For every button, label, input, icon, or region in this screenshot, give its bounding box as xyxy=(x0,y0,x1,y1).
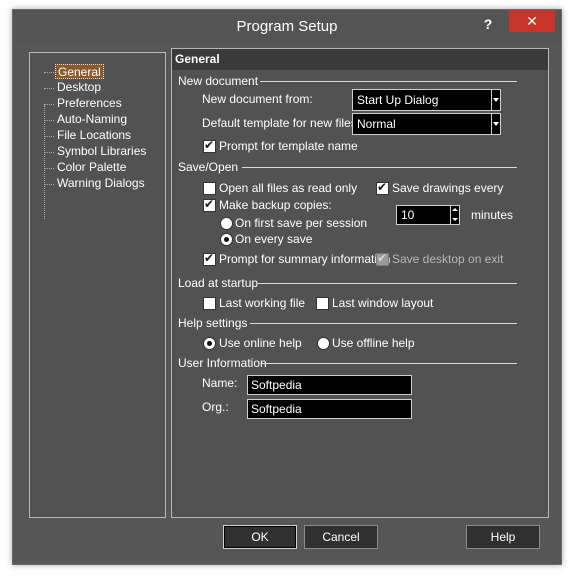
help-button[interactable]: Help xyxy=(466,525,540,549)
save-desktop-label[interactable]: Save desktop on exit xyxy=(392,251,503,267)
tree-connector xyxy=(44,120,54,121)
first-save-radio[interactable] xyxy=(220,217,233,230)
org-label: Org.: xyxy=(202,400,229,414)
tree-item-preferences[interactable]: Preferences xyxy=(55,96,124,111)
tree-item-general[interactable]: General xyxy=(55,64,104,79)
minutes-label: minutes xyxy=(471,208,514,222)
last-working-file-checkbox[interactable] xyxy=(203,297,216,310)
tree-connector xyxy=(44,168,54,169)
tree-connector xyxy=(44,152,54,153)
open-readonly-label[interactable]: Open all files as read only xyxy=(219,180,357,196)
default-template-value: Normal xyxy=(357,117,396,131)
tree-connector xyxy=(44,136,54,137)
section-help-settings: Help settings xyxy=(178,316,248,330)
category-tree[interactable]: General Desktop Preferences Auto-Naming … xyxy=(29,52,166,518)
name-field[interactable]: Softpedia xyxy=(247,375,412,395)
org-field[interactable]: Softpedia xyxy=(247,399,412,419)
section-save-open: Save/Open xyxy=(178,160,239,174)
tree-connector-line xyxy=(44,105,45,219)
tree-item-symbol-libraries[interactable]: Symbol Libraries xyxy=(55,144,148,159)
default-template-select[interactable]: Normal xyxy=(352,113,501,135)
online-help-label[interactable]: Use online help xyxy=(219,335,302,351)
panel-title: General xyxy=(172,49,548,70)
new-document-from-label: New document from: xyxy=(202,92,313,106)
last-window-layout-label[interactable]: Last window layout xyxy=(332,295,433,311)
tree-item-warning-dialogs[interactable]: Warning Dialogs xyxy=(55,176,147,191)
section-divider xyxy=(258,283,517,284)
summary-info-checkbox[interactable] xyxy=(203,251,216,266)
summary-info-label[interactable]: Prompt for summary information xyxy=(219,251,390,267)
ok-button[interactable]: OK xyxy=(223,525,297,549)
tree-connector xyxy=(44,72,54,73)
tree-connector xyxy=(44,88,54,89)
backup-copies-checkbox[interactable] xyxy=(203,197,216,212)
section-user-information: User Information xyxy=(178,356,267,370)
section-divider xyxy=(250,323,517,324)
save-desktop-checkbox[interactable] xyxy=(376,251,389,266)
section-divider xyxy=(242,167,517,168)
stepper-buttons[interactable] xyxy=(450,206,459,224)
stepper-up-icon[interactable] xyxy=(451,206,459,215)
every-save-radio[interactable] xyxy=(220,233,233,246)
last-window-layout-checkbox[interactable] xyxy=(316,297,329,310)
save-every-label[interactable]: Save drawings every xyxy=(392,180,503,196)
new-document-from-select[interactable]: Start Up Dialog xyxy=(352,89,501,111)
title-bar[interactable]: Program Setup ? ✕ xyxy=(13,10,561,44)
prompt-template-checkbox[interactable] xyxy=(203,138,216,153)
offline-help-radio[interactable] xyxy=(317,337,330,350)
stepper-down-icon[interactable] xyxy=(451,215,459,224)
tree-item-auto-naming[interactable]: Auto-Naming xyxy=(55,112,129,127)
title-help-button[interactable]: ? xyxy=(471,10,505,38)
online-help-radio[interactable] xyxy=(203,337,216,350)
name-label: Name: xyxy=(202,376,238,390)
tree-item-color-palette[interactable]: Color Palette xyxy=(55,160,128,175)
settings-panel: General New document New document from: … xyxy=(171,48,549,518)
backup-copies-label[interactable]: Make backup copies: xyxy=(219,197,332,213)
ok-button-label: OK xyxy=(251,530,269,544)
help-button-label: Help xyxy=(490,530,516,544)
prompt-template-label[interactable]: Prompt for template name xyxy=(219,138,358,154)
chevron-down-icon[interactable] xyxy=(491,90,500,110)
save-interval-value: 10 xyxy=(401,208,415,222)
section-divider xyxy=(262,363,517,364)
save-every-checkbox[interactable] xyxy=(376,180,389,195)
offline-help-label[interactable]: Use offline help xyxy=(332,335,415,351)
chevron-down-icon[interactable] xyxy=(491,114,500,134)
section-divider xyxy=(260,81,517,82)
new-document-from-value: Start Up Dialog xyxy=(357,93,439,107)
section-new-document: New document xyxy=(178,74,259,88)
tree-connector xyxy=(44,184,54,185)
program-setup-window: Program Setup ? ✕ General Desktop Prefer… xyxy=(12,9,562,565)
cancel-button[interactable]: Cancel xyxy=(304,525,378,549)
save-interval-stepper[interactable]: 10 xyxy=(396,205,460,225)
tree-item-file-locations[interactable]: File Locations xyxy=(55,128,133,143)
open-readonly-checkbox[interactable] xyxy=(203,182,216,195)
tree-item-desktop[interactable]: Desktop xyxy=(55,80,103,95)
tree-connector xyxy=(44,104,54,105)
close-button[interactable]: ✕ xyxy=(509,10,555,32)
last-working-file-label[interactable]: Last working file xyxy=(219,295,305,311)
default-template-label: Default template for new files: xyxy=(202,116,361,130)
cancel-button-label: Cancel xyxy=(322,530,360,544)
section-load-startup: Load at startup xyxy=(178,276,259,290)
first-save-label[interactable]: On first save per session xyxy=(235,215,367,231)
every-save-label[interactable]: On every save xyxy=(235,231,312,247)
